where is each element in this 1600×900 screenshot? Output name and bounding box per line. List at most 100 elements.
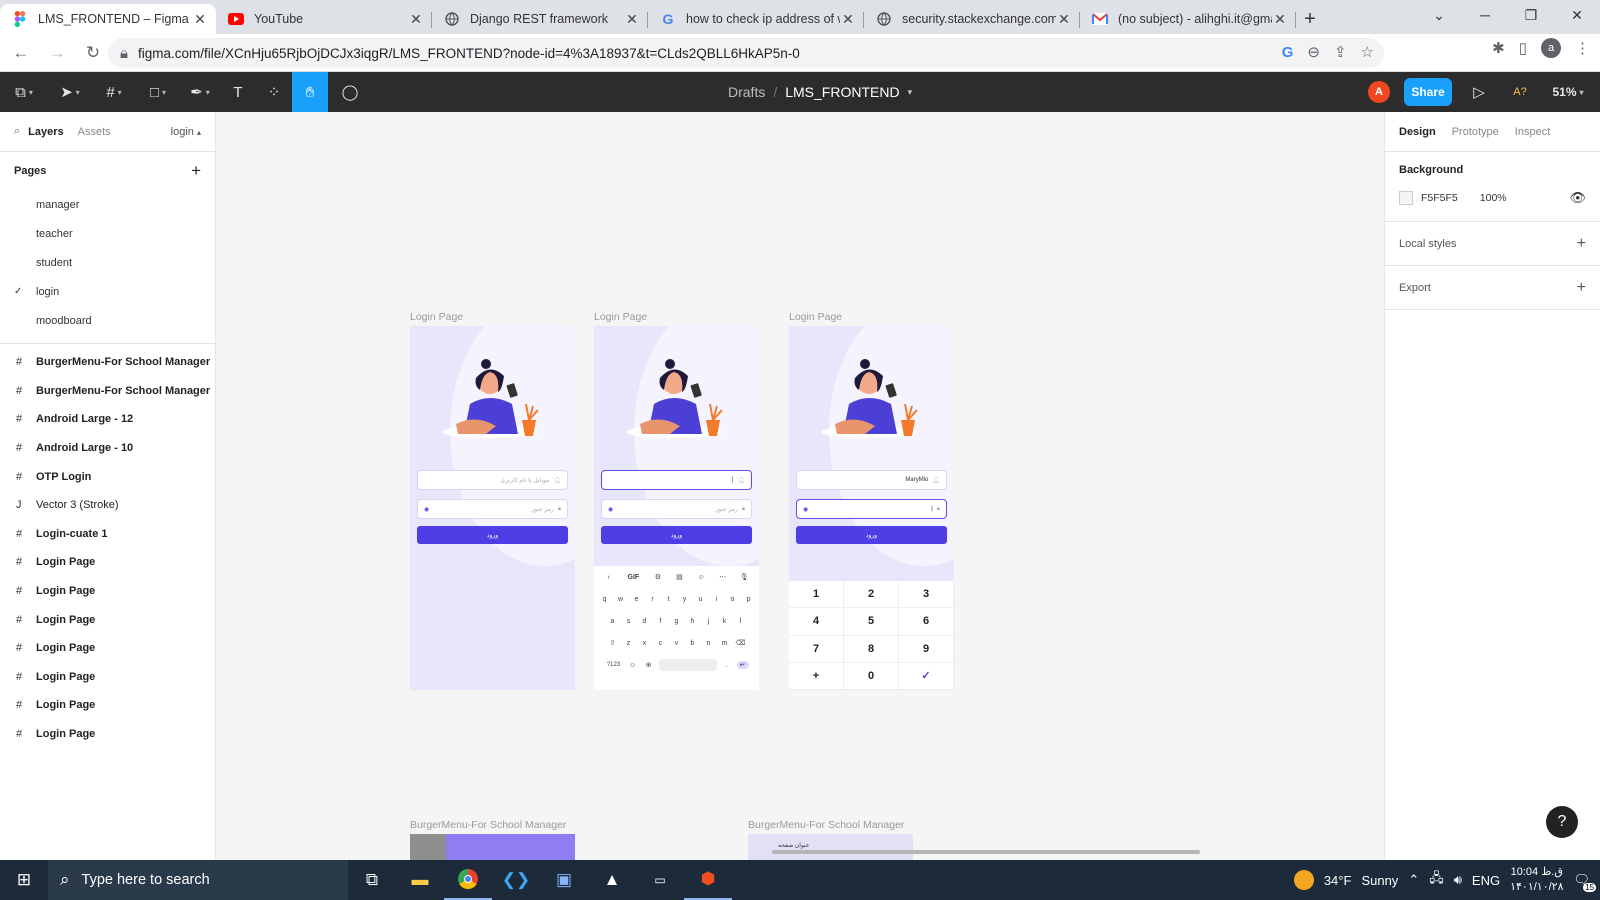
clipboard-icon[interactable]: ▤ bbox=[673, 573, 685, 581]
chevron-up-icon[interactable]: ⌃ bbox=[1408, 872, 1419, 888]
eye-icon[interactable]: ◉ bbox=[424, 506, 429, 513]
add-page-icon[interactable]: + bbox=[191, 161, 201, 181]
breadcrumb-drafts[interactable]: Drafts bbox=[728, 84, 765, 100]
layer-row[interactable]: # Login Page bbox=[0, 605, 215, 634]
key[interactable]: i bbox=[711, 596, 723, 603]
volume-icon[interactable]: 🔊︎ bbox=[1454, 872, 1462, 888]
close-icon[interactable]: ✕ bbox=[840, 11, 856, 28]
browser-tab-stackexchange[interactable]: security.stackexchange.com ✕ bbox=[864, 4, 1080, 34]
browser-tab-google[interactable]: G how to check ip address of w ✕ bbox=[648, 4, 864, 34]
side-panel-icon[interactable]: ▯ bbox=[1519, 39, 1527, 57]
numpad-key[interactable]: 7 bbox=[789, 635, 844, 663]
key[interactable]: n bbox=[703, 640, 715, 647]
eye-icon[interactable]: ◉ bbox=[608, 506, 613, 513]
password-field[interactable]: ◉ رمز عبور 🔒︎ bbox=[417, 499, 568, 519]
figma-main-menu-icon[interactable]: ⧉ ▾ bbox=[6, 72, 42, 112]
numpad-key[interactable]: 9 bbox=[899, 635, 954, 663]
key[interactable]: o bbox=[727, 596, 739, 603]
chrome-icon[interactable] bbox=[444, 860, 492, 900]
tab-search-chevron-icon[interactable]: ⌄ bbox=[1416, 0, 1462, 30]
background-opacity[interactable]: 100% bbox=[1480, 192, 1507, 204]
new-tab-button[interactable]: + bbox=[1296, 4, 1324, 34]
numpad-key[interactable]: 4 bbox=[789, 608, 844, 636]
numpad-key[interactable]: + bbox=[789, 662, 844, 690]
text-tool-icon[interactable]: T bbox=[224, 72, 252, 112]
key[interactable]: j bbox=[703, 618, 715, 625]
key[interactable]: m bbox=[719, 640, 731, 647]
layer-row[interactable]: # Login-cuate 1 bbox=[0, 520, 215, 549]
taskbar-search[interactable]: ⌕ Type here to search bbox=[48, 860, 348, 900]
numpad-key[interactable]: 3 bbox=[899, 581, 954, 609]
layer-row[interactable]: # Login Page bbox=[0, 663, 215, 692]
shape-tool-icon[interactable]: □ ▾ bbox=[140, 72, 176, 112]
tab-layers[interactable]: Layers bbox=[28, 126, 63, 138]
key[interactable]: f bbox=[655, 618, 667, 625]
key[interactable]: a bbox=[607, 618, 619, 625]
emoji-icon[interactable]: ☺ bbox=[627, 662, 639, 669]
add-icon[interactable]: + bbox=[1577, 235, 1586, 253]
layer-row[interactable]: # Android Large - 10 bbox=[0, 434, 215, 463]
key[interactable]: d bbox=[639, 618, 651, 625]
spacebar[interactable] bbox=[658, 659, 717, 671]
vscode-icon[interactable]: ❮❯ bbox=[492, 860, 540, 900]
page-item-student[interactable]: student bbox=[0, 248, 215, 277]
key[interactable]: k bbox=[719, 618, 731, 625]
weather-text[interactable]: Sunny bbox=[1361, 873, 1398, 888]
close-icon[interactable]: ✕ bbox=[624, 11, 640, 28]
page-item-login[interactable]: ✓ login bbox=[0, 277, 215, 306]
key[interactable]: g bbox=[671, 618, 683, 625]
tab-inspect[interactable]: Inspect bbox=[1515, 126, 1550, 138]
username-field[interactable]: | 👤︎ bbox=[601, 470, 752, 490]
login-page-frame-numpad[interactable]: MaryMio 👤︎ ◉ | 🔒︎ ورود 1 2 3 4 5 6 7 8 9 + … bbox=[789, 326, 954, 690]
key[interactable]: e bbox=[631, 596, 643, 603]
key[interactable]: c bbox=[655, 640, 667, 647]
gear-icon[interactable]: ⚙ bbox=[652, 573, 664, 581]
lock-icon[interactable]: 🔒︎ bbox=[120, 45, 128, 62]
horizontal-scrollbar[interactable] bbox=[772, 850, 1200, 854]
key[interactable]: t bbox=[663, 596, 675, 603]
clock[interactable]: 10:04 ق.ظ ۱۴۰۱/۱۰/۲۸ bbox=[1510, 865, 1563, 895]
numpad-key[interactable]: 8 bbox=[844, 635, 899, 663]
task-view-icon[interactable]: ⧉ bbox=[348, 860, 396, 900]
browser-tab-youtube[interactable]: YouTube ✕ bbox=[216, 4, 432, 34]
background-hex[interactable]: F5F5F5 bbox=[1421, 192, 1458, 204]
numpad-key[interactable]: 1 bbox=[789, 581, 844, 609]
key[interactable]: l bbox=[735, 618, 747, 625]
search-icon[interactable]: ⌕ bbox=[14, 125, 20, 138]
layer-row[interactable]: # Login Page bbox=[0, 577, 215, 606]
app-window-icon[interactable]: ▣ bbox=[540, 860, 588, 900]
more-icon[interactable]: ⋯ bbox=[717, 573, 729, 581]
url-field[interactable]: 🔒︎ figma.com/file/XCnHju65RjbOjDCJx3iqgR… bbox=[108, 38, 1384, 68]
figma-app-icon[interactable]: ⬢ bbox=[684, 860, 732, 900]
layer-row[interactable]: J Vector 3 (Stroke) bbox=[0, 491, 215, 520]
zoom-dropdown[interactable]: 51% ▾ bbox=[1548, 72, 1588, 112]
username-field[interactable]: موبایل یا نام کاربری 👤︎ bbox=[417, 470, 568, 490]
language-indicator[interactable]: ENG bbox=[1472, 873, 1500, 888]
enter-icon[interactable]: ↵ bbox=[736, 661, 749, 669]
comment-tool-icon[interactable]: ◯ bbox=[334, 72, 366, 112]
microphone-icon[interactable]: 🎙︎ bbox=[738, 573, 750, 581]
eye-icon[interactable]: 👁︎ bbox=[1569, 190, 1586, 206]
browser-tab-django[interactable]: Django REST framework ✕ bbox=[432, 4, 648, 34]
reload-button[interactable]: ↻ bbox=[78, 38, 108, 68]
file-name[interactable]: LMS_FRONTEND bbox=[785, 84, 899, 100]
layer-row[interactable]: # Android Large - 12 bbox=[0, 405, 215, 434]
extensions-icon[interactable]: ✱ bbox=[1492, 39, 1505, 57]
key[interactable]: y bbox=[679, 596, 691, 603]
move-tool-icon[interactable]: ➤ ▾ bbox=[52, 72, 88, 112]
key[interactable]: z bbox=[623, 640, 635, 647]
globe-icon[interactable]: ⊕ bbox=[643, 661, 655, 669]
frame-label[interactable]: BurgerMenu-For School Manager bbox=[748, 819, 904, 831]
key[interactable]: u bbox=[695, 596, 707, 603]
share-button[interactable]: Share bbox=[1404, 78, 1452, 106]
weather-temp[interactable]: 34°F bbox=[1324, 873, 1352, 888]
numpad-key[interactable]: 6 bbox=[899, 608, 954, 636]
browser-menu-icon[interactable]: ⋮ bbox=[1575, 39, 1590, 57]
file-explorer-icon[interactable]: ▬ bbox=[396, 860, 444, 900]
password-field[interactable]: ◉ رمز عبور 🔒︎ bbox=[601, 499, 752, 519]
gif-key[interactable]: GIF bbox=[624, 574, 642, 581]
tab-prototype[interactable]: Prototype bbox=[1452, 126, 1499, 138]
numpad-key[interactable]: 0 bbox=[844, 662, 899, 690]
font-missing-icon[interactable]: A? bbox=[1506, 72, 1534, 112]
add-icon[interactable]: + bbox=[1577, 279, 1586, 297]
